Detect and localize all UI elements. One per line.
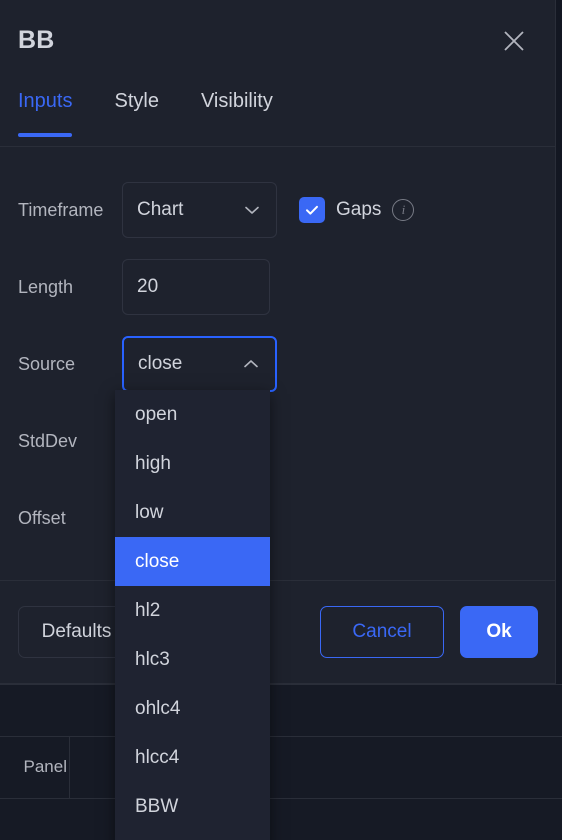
timeframe-select[interactable]: Chart: [122, 182, 277, 238]
stddev-label: StdDev: [18, 430, 78, 451]
dialog-title: BB: [18, 25, 55, 54]
dialog-footer: Defaults Cancel Ok: [0, 581, 556, 683]
dropdown-option-hl2[interactable]: hl2: [115, 586, 270, 635]
source-dropdown-list: open high low close hl2 hlc3 ohlc4 hlcc4…: [115, 390, 270, 840]
row-length: Length 20: [18, 259, 556, 315]
length-label: Length: [18, 276, 74, 297]
inputs-form: Timeframe Chart Gaps i Length 20 Source …: [0, 147, 556, 580]
dropdown-option-close[interactable]: close: [115, 537, 270, 586]
row-timeframe: Timeframe Chart Gaps i: [18, 182, 556, 238]
dropdown-option-hlcc4[interactable]: hlcc4: [115, 733, 270, 782]
ok-button[interactable]: Ok: [460, 606, 538, 658]
dropdown-option-open[interactable]: open: [115, 390, 270, 439]
source-select[interactable]: close: [122, 336, 277, 392]
tab-visibility-label: Visibility: [200, 90, 273, 112]
background-strip-1: [0, 684, 562, 736]
check-icon: [306, 205, 318, 215]
chevron-down-icon: [245, 206, 259, 214]
tab-inputs[interactable]: Inputs: [18, 80, 73, 137]
length-value: 20: [137, 276, 159, 297]
row-stddev: StdDev: [18, 413, 556, 469]
indicator-settings-dialog: BB Inputs Style Visibility Timeframe Cha…: [0, 0, 556, 684]
source-label: Source: [18, 353, 76, 374]
dialog-header: BB: [0, 0, 555, 80]
dropdown-option-ohlc4[interactable]: ohlc4: [115, 684, 270, 733]
background-strip-3: [0, 798, 562, 840]
background-strip-2: [0, 736, 562, 798]
timeframe-value: Chart: [137, 199, 184, 220]
dialog-tabs: Inputs Style Visibility: [0, 80, 555, 146]
tab-style-label: Style: [114, 90, 159, 112]
offset-label: Offset: [18, 507, 66, 528]
dropdown-option-hlc3[interactable]: hlc3: [115, 635, 270, 684]
source-value: close: [138, 353, 183, 374]
info-icon[interactable]: i: [392, 199, 415, 221]
timeframe-label: Timeframe: [18, 199, 104, 220]
tab-visibility[interactable]: Visibility: [201, 80, 273, 129]
tab-style[interactable]: Style: [114, 80, 158, 129]
gaps-group: Gaps i: [299, 197, 415, 223]
cancel-button[interactable]: Cancel: [320, 606, 444, 658]
row-source: Source close: [18, 336, 556, 392]
gaps-label: Gaps: [336, 199, 382, 220]
chevron-up-icon: [244, 360, 258, 368]
dropdown-option-low[interactable]: low: [115, 488, 270, 537]
dropdown-option-high[interactable]: high: [115, 439, 270, 488]
background-panel-cell[interactable]: Panel: [0, 736, 70, 798]
background-panel-label: Panel: [23, 757, 67, 776]
row-offset: Offset: [18, 490, 556, 546]
tab-inputs-label: Inputs: [18, 90, 73, 112]
dropdown-option-bbw[interactable]: BBW: [115, 782, 270, 831]
gaps-checkbox[interactable]: [299, 197, 325, 223]
length-input[interactable]: 20: [122, 259, 270, 315]
close-icon[interactable]: [493, 20, 535, 62]
screen: Panel BB Inputs Style Visibility Timefra…: [0, 0, 562, 840]
